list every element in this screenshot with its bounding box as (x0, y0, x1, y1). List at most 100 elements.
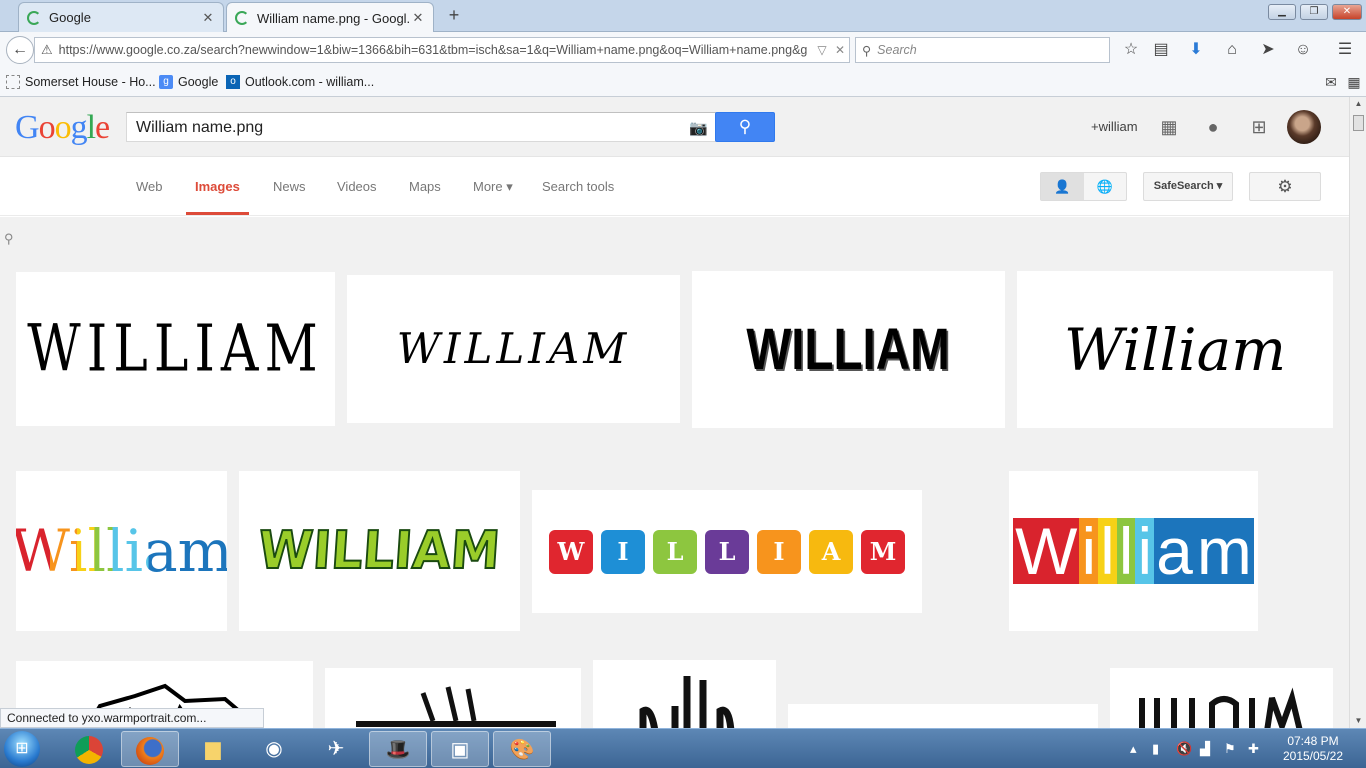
tab-images[interactable]: Images (195, 179, 240, 194)
world-results-icon[interactable]: 🌐 (1084, 173, 1127, 200)
apps-grid-icon[interactable]: ▦ (1158, 116, 1180, 138)
bookmark-google[interactable]: g Google (159, 75, 218, 89)
paint-taskbar-button[interactable]: 🎨 (493, 731, 551, 767)
close-window-button[interactable]: ✕ (1332, 4, 1362, 20)
tab-image-search[interactable]: William name.png - Googl... ✕ (226, 2, 434, 33)
letter-block: I (757, 529, 801, 574)
flight-app-taskbar-button[interactable]: ✈ (307, 731, 365, 767)
personal-results-icon[interactable]: 👤 (1041, 173, 1084, 200)
bookmark-star-icon[interactable]: ☆ (1120, 40, 1142, 62)
navigation-toolbar: ← ⚠ https://www.google.co.za/search?neww… (0, 32, 1366, 68)
scroll-down-icon[interactable]: ▼ (1350, 714, 1366, 728)
search-box[interactable]: ⚲ Search (855, 37, 1110, 63)
volume-muted-icon[interactable]: 🔇 (1176, 741, 1192, 757)
result-word: WILLIAM (256, 520, 504, 582)
user-link[interactable]: +william (1091, 119, 1138, 134)
share-plus-icon[interactable]: ⊞ (1248, 116, 1270, 138)
bookmark-label: Google (178, 75, 219, 89)
scroll-thumb[interactable] (1353, 115, 1364, 131)
letter-block: i (1135, 514, 1155, 588)
image-result[interactable]: WILLIAM (239, 471, 520, 631)
avatar[interactable] (1287, 110, 1321, 144)
search-tools-button[interactable]: Search tools (542, 179, 614, 194)
image-result[interactable] (325, 668, 581, 728)
clock-date: 2015/05/22 (1282, 749, 1344, 763)
image-result[interactable]: WILLIAM (347, 275, 680, 423)
windows-logo-icon: ⊞ (15, 740, 29, 757)
tray-expand-icon[interactable]: ▴ (1130, 741, 1137, 757)
restore-button[interactable]: ❐ (1300, 4, 1328, 20)
bookmark-outlook[interactable]: o Outlook.com - william... (226, 75, 374, 89)
steam-icon: ◉ (265, 738, 283, 760)
tab-title: William name.png - Googl... (257, 10, 411, 26)
letter-block: m (1194, 514, 1254, 588)
logo-letter: e (95, 109, 110, 146)
steam-taskbar-button[interactable]: ◉ (245, 731, 303, 767)
stop-icon[interactable]: ✕ (831, 43, 849, 57)
lettering-art (1138, 687, 1302, 728)
notifications-icon[interactable]: ● (1202, 116, 1224, 138)
google-logo[interactable]: Google (15, 109, 110, 147)
image-result[interactable]: William (1009, 471, 1258, 631)
tab-news[interactable]: News (273, 179, 306, 194)
gear-icon[interactable]: ⚙ (1249, 172, 1321, 201)
back-button[interactable]: ← (6, 36, 34, 64)
image-result[interactable]: WILLIAM (532, 490, 922, 613)
logo-letter: o (54, 109, 72, 146)
search-button[interactable]: ⚲ (715, 112, 775, 142)
search-input[interactable]: William name.png (126, 112, 716, 142)
bookmark-somerset[interactable]: Somerset House - Ho... (6, 75, 156, 89)
tray-app-icon[interactable]: ▮ (1152, 741, 1159, 757)
grid-icon[interactable]: ▦ (1343, 72, 1365, 94)
google-icon: g (159, 75, 173, 89)
tab-web[interactable]: Web (136, 179, 163, 194)
home-icon[interactable]: ⌂ (1221, 40, 1243, 62)
new-tab-button[interactable]: + (444, 6, 464, 26)
network-icon[interactable]: ▟ (1200, 741, 1210, 757)
result-word: William (1063, 315, 1287, 384)
result-word: WILLIAM (746, 316, 951, 382)
reading-list-icon[interactable]: ▤ (1150, 40, 1172, 62)
explorer-taskbar-button[interactable]: ▆ (184, 731, 242, 767)
mail-icon[interactable]: ✉ (1320, 72, 1342, 94)
image-result[interactable]: William (16, 471, 227, 631)
tab-google[interactable]: Google ✕ (18, 2, 224, 32)
tab-more[interactable]: More ▾ (473, 179, 513, 195)
close-tab-icon[interactable]: ✕ (201, 10, 215, 26)
image-result[interactable] (788, 704, 1098, 728)
results-scope-toggle: 👤 🌐 (1040, 172, 1127, 201)
close-tab-icon[interactable]: ✕ (411, 10, 425, 26)
bookmarks-toolbar: Somerset House - Ho... g Google o Outloo… (0, 68, 1366, 97)
letter-block: l (1098, 514, 1117, 588)
start-button[interactable]: ⊞ (4, 731, 40, 767)
downloads-icon[interactable]: ⬇ (1185, 40, 1207, 62)
control-panel-taskbar-button[interactable]: ▣ (431, 731, 489, 767)
system-clock[interactable]: 07:48 PM 2015/05/22 (1278, 734, 1348, 764)
spy-app-taskbar-button[interactable]: 🎩 (369, 731, 427, 767)
image-result[interactable] (1110, 668, 1333, 728)
image-result[interactable]: WILLIAM ​ (16, 272, 335, 426)
image-result[interactable] (593, 660, 776, 728)
hat-icon: 🎩 (385, 739, 411, 761)
hello-icon[interactable]: ☺ (1292, 40, 1314, 62)
tab-videos[interactable]: Videos (337, 179, 377, 194)
page-scrollbar[interactable]: ▲ ▼ (1349, 97, 1366, 728)
address-bar[interactable]: ⚠ https://www.google.co.za/search?newwin… (34, 37, 850, 63)
menu-icon[interactable]: ☰ (1334, 40, 1356, 62)
tab-maps[interactable]: Maps (409, 179, 441, 194)
firefox-taskbar-button[interactable] (121, 731, 179, 767)
search-icon: ⚲ (4, 231, 14, 246)
scroll-up-icon[interactable]: ▲ (1350, 97, 1366, 111)
tray-security-icon[interactable]: ✚ (1248, 741, 1259, 757)
dropdown-icon[interactable]: ▽ (813, 43, 831, 57)
image-result[interactable]: William (1017, 271, 1333, 428)
flag-icon[interactable]: ⚑ (1224, 741, 1236, 757)
safesearch-button[interactable]: SafeSearch ▾ (1143, 172, 1233, 201)
letter-block: a (1154, 514, 1195, 588)
chrome-taskbar-button[interactable] (60, 731, 118, 767)
letter-block: W (1013, 514, 1080, 588)
image-result[interactable]: WILLIAM (692, 271, 1005, 428)
send-icon[interactable]: ➤ (1257, 40, 1279, 62)
camera-icon[interactable]: 📷 (689, 119, 708, 137)
minimize-button[interactable]: ▁ (1268, 4, 1296, 20)
